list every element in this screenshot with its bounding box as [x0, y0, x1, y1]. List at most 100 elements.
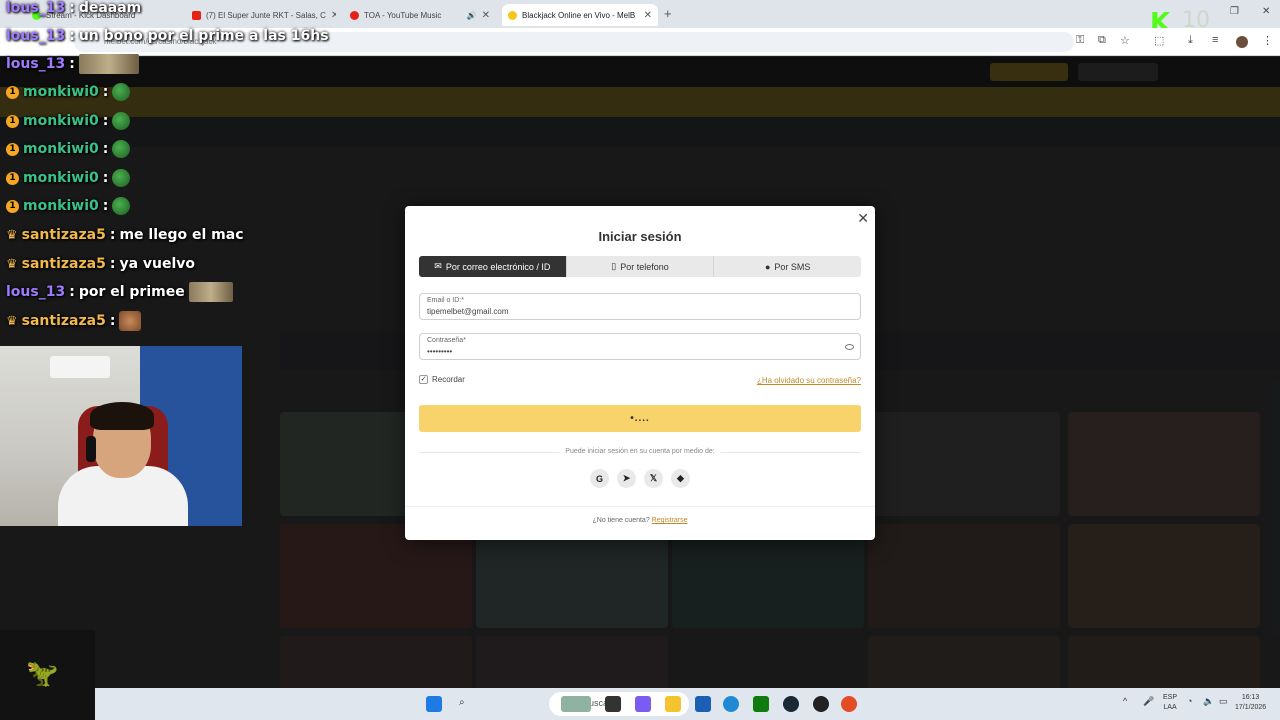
store-icon[interactable]	[695, 696, 711, 712]
close-icon[interactable]: ✕	[331, 10, 336, 21]
install-icon[interactable]: ⧉	[1098, 34, 1106, 47]
chevron-up-icon[interactable]: ^	[1123, 696, 1127, 706]
chat-message: 1 monkiwi0 :	[6, 136, 131, 162]
login-submit-button[interactable]: •....	[419, 405, 861, 432]
webcam-headset	[86, 436, 96, 462]
extensions-icon[interactable]: ⬚	[1154, 34, 1164, 47]
chat-message: lous_13 : deaaam	[6, 0, 141, 21]
chat-message: 1 monkiwi0 :	[6, 165, 131, 191]
checkbox-icon[interactable]: ✓	[419, 375, 428, 384]
globe-emote-icon	[112, 169, 131, 187]
crown-badge-icon: ♛	[6, 313, 18, 329]
volume-icon[interactable]: 🔈	[1203, 696, 1214, 707]
xbox-icon[interactable]	[753, 696, 769, 712]
star-icon[interactable]: ☆	[1120, 34, 1130, 47]
chat-username: santizaza5	[21, 313, 106, 329]
restore-icon[interactable]: ❐	[1230, 6, 1239, 17]
steam-icon[interactable]: ◆	[671, 469, 690, 488]
steam-taskbar-icon[interactable]	[783, 696, 799, 712]
widget-icon[interactable]	[561, 696, 591, 712]
x-icon[interactable]: 𝕏	[644, 469, 663, 488]
windows-start-icon[interactable]	[426, 696, 442, 712]
chat-text: ya vuelvo	[119, 256, 196, 272]
lang-top: ESP	[1163, 694, 1178, 701]
language-indicator[interactable]: ESP LAA	[1163, 693, 1177, 713]
wifi-icon[interactable]: ◔	[1187, 696, 1192, 706]
search-icon: ⌕	[459, 697, 465, 708]
download-icon[interactable]: ⤓	[1188, 34, 1193, 47]
chat-username: santizaza5	[21, 256, 106, 272]
tab-email[interactable]: ✉ Por correo electrónico / ID	[419, 256, 567, 277]
chrome-icon[interactable]	[841, 696, 857, 712]
chat-text: deaaam	[78, 0, 142, 16]
windows-taskbar: Buscar ⌕ ^ 🎤 ESP LAA ◔ 🔈 ▭ 16:13 17/1/20…	[95, 688, 1280, 720]
close-icon[interactable]: ✕	[482, 10, 490, 21]
tab-blackjack[interactable]: Blackjack Online en Vivo - MelB ✕	[502, 4, 658, 26]
chat-text: un bono por el prime a las 16hs	[78, 28, 329, 44]
battery-icon[interactable]: ▭	[1219, 696, 1228, 707]
file-explorer-icon[interactable]	[665, 696, 681, 712]
microphone-icon[interactable]: 🎤	[1143, 696, 1154, 707]
email-field[interactable]: Email o ID:* tipemelbet@gmail.com	[419, 293, 861, 320]
webcam-person-hair	[90, 402, 154, 430]
sub-badge-icon: 1	[6, 142, 19, 156]
close-icon[interactable]: ✕	[857, 210, 869, 227]
remember-checkbox[interactable]: ✓ Recordar	[419, 375, 465, 384]
edge-icon[interactable]	[723, 696, 739, 712]
password-label: Contraseña*	[427, 337, 466, 344]
email-label: Email o ID:*	[427, 297, 464, 304]
menu-icon[interactable]: ⋮	[1262, 34, 1273, 47]
tab-sms[interactable]: ● Por SMS	[714, 256, 861, 277]
emote-image	[188, 282, 233, 302]
emote-image	[78, 54, 139, 74]
chat-username: santizaza5	[21, 227, 106, 243]
tab-label: Por correo electrónico / ID	[445, 261, 551, 272]
copilot-icon[interactable]	[635, 696, 651, 712]
clock[interactable]: 16:13 17/1/2026	[1235, 693, 1266, 713]
speaker-icon[interactable]: 🔊	[467, 11, 477, 20]
phone-icon: ▯	[611, 261, 617, 271]
profile-avatar[interactable]	[1236, 36, 1248, 48]
chat-username: monkiwi0	[23, 84, 99, 100]
tab-label: Por SMS	[774, 261, 811, 272]
password-field[interactable]: Contraseña* •••••••••	[419, 333, 861, 360]
chat-message: ♛ santizaza5 : me llego el mac	[6, 222, 244, 248]
globe-emote-icon	[112, 197, 131, 215]
chat-username: monkiwi0	[23, 198, 99, 214]
login-modal: ✕ Iniciar sesión ✉ Por correo electrónic…	[405, 206, 875, 540]
new-tab-icon[interactable]: +	[664, 6, 672, 21]
chat-separator: :	[109, 227, 116, 243]
tab-phone[interactable]: ▯ Por telefono	[567, 256, 715, 277]
register-link[interactable]: Registrarse	[652, 517, 688, 524]
face-emote-icon	[119, 311, 142, 331]
chat-message: lous_13 : por el primee	[6, 279, 233, 305]
close-window-icon[interactable]: ✕	[1262, 6, 1270, 17]
sub-badge-icon: 1	[6, 85, 19, 99]
divider	[405, 506, 875, 507]
chat-username: lous_13	[6, 28, 66, 44]
google-icon[interactable]: G	[590, 469, 609, 488]
chat-message: 1 monkiwi0 :	[6, 79, 131, 105]
queue-icon[interactable]: ≡	[1212, 34, 1218, 46]
chat-message: 1 monkiwi0 :	[6, 108, 131, 134]
eye-icon[interactable]	[845, 344, 854, 350]
melbet-favicon-icon	[508, 10, 517, 20]
task-view-icon[interactable]	[605, 696, 621, 712]
login-method-tabs: ✉ Por correo electrónico / ID ▯ Por tele…	[419, 256, 861, 277]
telegram-icon[interactable]: ➤	[617, 469, 636, 488]
key-icon[interactable]: ⚿	[1076, 34, 1084, 47]
close-icon[interactable]: ✕	[644, 10, 652, 21]
chat-separator: :	[102, 113, 109, 129]
crown-badge-icon: ♛	[6, 227, 18, 243]
chat-username: lous_13	[6, 284, 66, 300]
chat-text: me llego el mac	[119, 227, 244, 243]
tab-youtube-music[interactable]: TOA - YouTube Music 🔊 ✕	[344, 4, 496, 26]
chat-username: monkiwi0	[23, 170, 99, 186]
chat-separator: :	[102, 84, 109, 100]
chat-separator: :	[102, 170, 109, 186]
webcam-feed	[0, 346, 242, 526]
app-icon[interactable]	[813, 696, 829, 712]
register-text: ¿No tiene cuenta?	[592, 517, 650, 524]
chat-username: monkiwi0	[23, 113, 99, 129]
forgot-password-link[interactable]: ¿Ha olvidado su contraseña?	[757, 376, 861, 385]
